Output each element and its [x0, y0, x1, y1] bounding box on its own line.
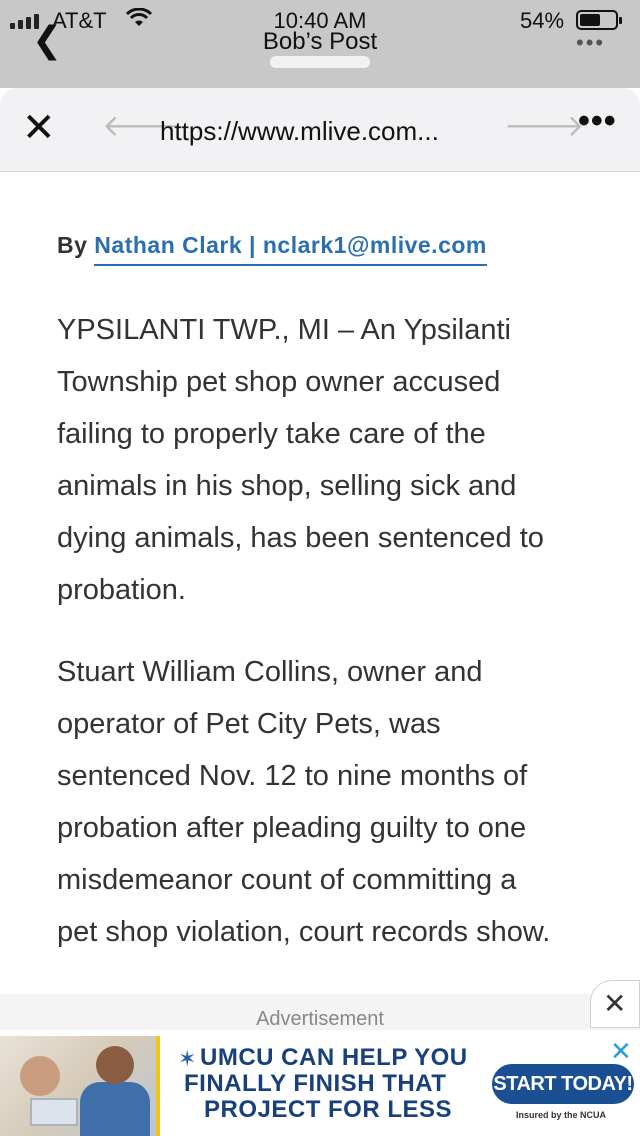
article-paragraph-2: Stuart William Collins, owner and operat… — [57, 646, 640, 958]
arrow-right-icon[interactable]: 🡒 — [504, 112, 584, 142]
paragraph-line: Township pet shop owner accused — [57, 366, 501, 398]
paragraph-line: animals in his shop, selling sick and — [57, 470, 517, 502]
paragraph-line: probation. — [57, 574, 186, 606]
more-icon[interactable]: ••• — [576, 30, 605, 56]
article-paragraph-1: YPSILANTI TWP., MI – An Ypsilanti Townsh… — [57, 304, 640, 616]
url-field[interactable]: https://www.mlive.com... — [160, 116, 439, 147]
battery-icon — [576, 10, 622, 30]
more-icon[interactable]: ••• — [578, 102, 617, 141]
author-link[interactable]: Nathan Clark | nclark1@mlive.com — [94, 232, 487, 266]
ad-headline-2: FINALLY FINISH THAT — [184, 1070, 447, 1097]
paragraph-line: YPSILANTI TWP., MI – An Ypsilanti — [57, 314, 511, 346]
ad-banner[interactable]: ✶ UMCU CAN HELP YOU FINALLY FINISH THAT … — [0, 1030, 640, 1136]
paragraph-line: dying animals, has been sentenced to — [57, 522, 544, 554]
status-bar: AT&T 10:40 AM ❮ Bob’s Post 54% ••• — [0, 0, 640, 88]
ad-headline-3: PROJECT FOR LESS — [204, 1096, 453, 1123]
ad-headline-1: UMCU CAN HELP YOU — [200, 1044, 468, 1071]
paragraph-line: misdemeanor count of committing a — [57, 864, 517, 896]
ad-label: Advertisement — [256, 1008, 384, 1030]
person-shape — [80, 1082, 150, 1136]
close-icon[interactable]: ✕ — [610, 1038, 632, 1064]
byline-prefix: By — [57, 232, 88, 258]
paragraph-line: pet shop violation, court records show. — [57, 916, 551, 948]
start-today-button[interactable]: START TODAY! — [492, 1064, 634, 1104]
paragraph-line: sentenced Nov. 12 to nine months of — [57, 760, 528, 792]
laptop-shape — [30, 1098, 78, 1126]
paragraph-line: probation after pleading guilty to one — [57, 812, 527, 844]
paragraph-line: failing to properly take care of the — [57, 418, 486, 450]
person-shape — [20, 1056, 60, 1096]
ad-photo — [0, 1036, 160, 1136]
paragraph-line: operator of Pet City Pets, was — [57, 708, 441, 740]
person-shape — [96, 1046, 134, 1084]
close-icon: ✕ — [603, 988, 627, 1019]
ad-close-button[interactable]: ✕ — [590, 980, 640, 1028]
byline: By Nathan Clark | nclark1@mlive.com — [57, 232, 487, 266]
browser-toolbar: ✕ 🡐 https://www.mlive.com... 🡒 ••• — [0, 88, 640, 172]
ad-fine-print: Insured by the NCUA — [516, 1110, 607, 1120]
star-icon: ✶ — [178, 1046, 197, 1071]
sheet-grabber[interactable] — [270, 56, 370, 68]
close-icon[interactable]: ✕ — [22, 108, 56, 148]
battery-percent: 54% — [520, 8, 565, 33]
paragraph-line: Stuart William Collins, owner and — [57, 656, 483, 688]
